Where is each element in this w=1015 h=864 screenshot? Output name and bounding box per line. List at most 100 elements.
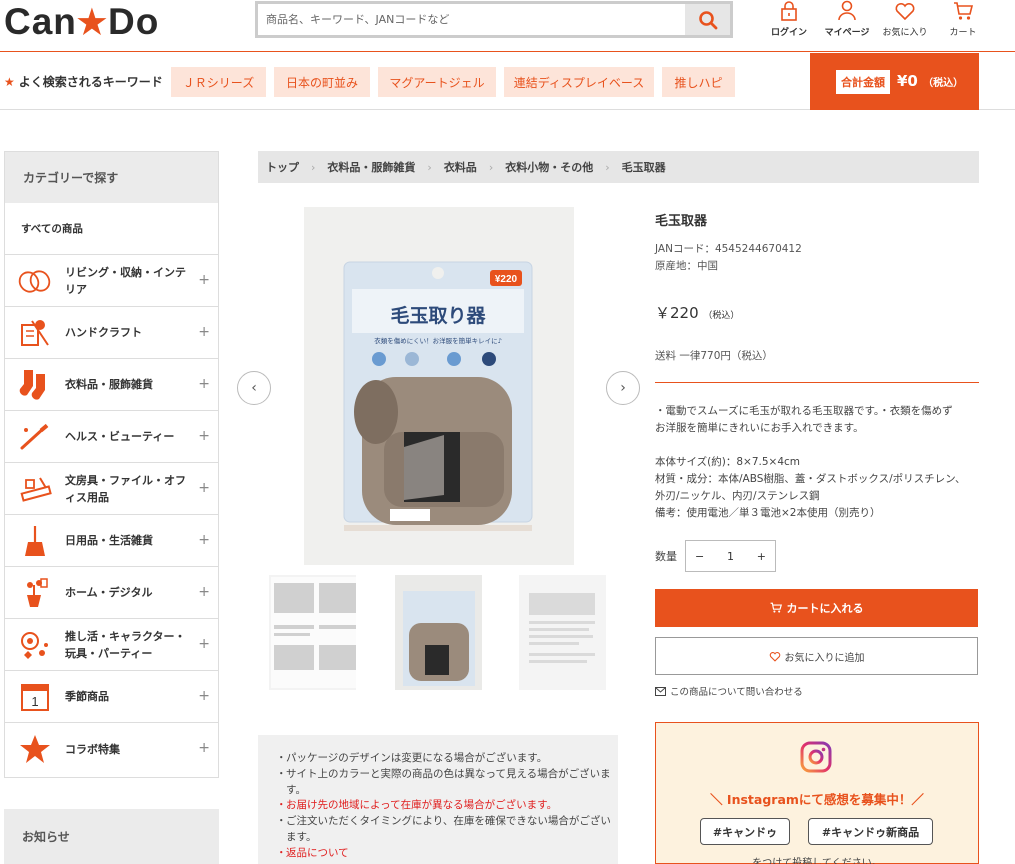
sidebar-item-all[interactable]: すべての商品 [5,203,218,255]
expand-plus-icon[interactable]: + [198,688,210,704]
home-digital-icon [27,577,48,607]
expand-plus-icon[interactable]: + [198,480,210,496]
sidebar-item-craft[interactable]: ハンドクラフト + [5,307,218,359]
quantity-label: 数量 [655,550,677,563]
category-sidebar: カテゴリーで探す すべての商品 リビング・収納・インテリア + ハンドクラフト + … [4,151,219,778]
keyword-bar: ★ よく検索されるキーワード ＪＲシリーズ 日本の町並み マグアートジェル 連結デ… [0,53,1015,110]
add-to-cart-button[interactable]: カートに入れる [655,589,978,627]
prev-image-button[interactable]: ‹ [237,371,271,405]
sidebar-item-living[interactable]: リビング・収納・インテリア + [5,255,218,307]
mypage-link[interactable]: マイページ [818,0,876,38]
thumbnail-2[interactable] [395,575,482,690]
total-value: ¥0 （税込） [897,72,964,90]
cart-icon [954,2,974,20]
news-heading[interactable]: お知らせ [4,809,219,864]
broom-icon [25,525,45,556]
note-item: ・ご注文いただくタイミングにより、在庫を確保できない場合がございます。 [276,815,611,843]
product-photo: ¥220 毛玉取り器 衣類を傷めにくい！お洋服を簡単キレイに♪ [343,261,533,531]
thumbnail-1[interactable] [269,575,356,690]
origin: 原産地：中国 [655,260,718,272]
sidebar-title: カテゴリーで探す [5,152,218,203]
add-to-favorites-button[interactable]: お気に入りに追加 [655,637,978,675]
cart-label: カート [949,28,977,38]
socks-icon [19,369,45,400]
cart-total[interactable]: 合計金額 ¥0 （税込） [810,53,979,110]
product-notes: ・パッケージのデザインは変更になる場合がございます。 ・サイト上のカラーと実際の… [258,735,618,864]
mypage-label: マイページ [824,28,870,38]
sidebar-item-stationery[interactable]: 文房具・ファイル・オフィス用品 + [5,463,218,515]
sidebar-item-clothing[interactable]: 衣料品・服飾雑貨 + [5,359,218,411]
keyword-chip[interactable]: 推しハピ [662,67,735,97]
expand-plus-icon[interactable]: + [198,324,210,340]
sidebar-item-beauty[interactable]: ヘルス・ビューティー + [5,411,218,463]
chevron-right-icon: › [488,160,494,174]
thumbnail-3[interactable] [519,575,606,690]
breadcrumb-top[interactable]: トップ [266,159,299,175]
sidebar-item-party[interactable]: 推し活・キャラクター・玩具・パーティー + [5,619,218,671]
chevron-right-icon: › [427,160,432,174]
cart-link[interactable]: カート [934,0,992,38]
instagram-box: ＼ Instagramにて感想を募集中！／ #キャンドゥ #キャンドゥ新商品 を… [655,722,979,864]
breadcrumb-subcategory-2[interactable]: 衣料小物・その他 [505,159,593,175]
expand-plus-icon[interactable]: + [198,272,210,288]
party-icon [21,631,48,659]
returns-link[interactable]: ・返品について [276,846,618,862]
keyword-chip[interactable]: ＪＲシリーズ [171,67,266,97]
expand-plus-icon[interactable]: + [198,428,210,444]
breadcrumb: トップ › 衣料品・服飾雑貨 › 衣料品 › 衣料小物・その他 › 毛玉取器 [258,151,979,183]
user-icon [838,0,856,21]
sidebar-item-home-digital[interactable]: ホーム・デジタル + [5,567,218,619]
svg-text:衣類を傷めにくい！お洋服を簡単キレイに♪: 衣類を傷めにくい！お洋服を簡単キレイに♪ [374,336,502,345]
sidebar-item-daily[interactable]: 日用品・生活雑貨 + [5,515,218,567]
note-item: ・パッケージのデザインは変更になる場合がございます。 [276,752,548,764]
chevron-left-icon: ‹ [251,380,257,396]
keyword-chip[interactable]: マグアートジェル [378,67,496,97]
expand-plus-icon[interactable]: + [198,584,210,600]
login-link[interactable]: ログイン [760,0,818,38]
product-main-image: ¥220 毛玉取り器 衣類を傷めにくい！お洋服を簡単キレイに♪ [304,207,574,565]
hashtag-cando[interactable]: #キャンドゥ [700,818,790,845]
quantity-value[interactable]: 1 [727,550,734,563]
shipping-info: 送料 一律770円（税込） [655,350,773,362]
site-header: Can★Do ログイン マイページ お気に入り カート [0,0,1015,52]
svg-text:¥220: ¥220 [495,274,518,285]
expand-plus-icon[interactable]: + [198,636,210,652]
breadcrumb-category[interactable]: 衣料品・服飾雑貨 [327,159,415,175]
expand-plus-icon[interactable]: + [198,376,210,392]
star-icon: ★ [4,75,15,89]
breadcrumb-subcategory[interactable]: 衣料品 [444,159,477,175]
inquiry-link[interactable]: この商品について問い合わせる [655,684,803,698]
hashtag-cando-new[interactable]: #キャンドゥ新商品 [808,818,933,845]
quantity-decrease-button[interactable]: − [695,550,704,563]
expand-plus-icon[interactable]: + [198,532,210,548]
jan-code: JANコード：4545244670412 [655,243,802,255]
thumbnail-image [395,575,482,690]
calendar-icon: 1 [21,683,49,711]
note-item: ・お届け先の地域によって在庫が異なる場合がございます。 [276,799,558,812]
divider [655,382,979,383]
sidebar-item-collab[interactable]: コラボ特集 + [5,723,218,775]
keyword-title: ★ よく検索されるキーワード [4,75,163,89]
search-input[interactable] [258,4,678,35]
sidebar-item-seasonal[interactable]: 1 季節商品 + [5,671,218,723]
lock-icon [781,1,797,21]
search-button[interactable] [685,4,730,35]
favorites-link[interactable]: お気に入り [876,0,934,38]
favorites-label: お気に入り [882,28,928,38]
chevron-right-icon: › [620,380,626,396]
next-image-button[interactable]: › [606,371,640,405]
cando-logo[interactable]: Can ★ Do [4,1,159,44]
living-icon [18,269,51,293]
quantity-increase-button[interactable]: + [757,550,766,563]
mail-icon [655,686,666,696]
stationery-icon [20,476,52,502]
product-meta: JANコード：4545244670412 原産地：中国 [655,241,802,275]
product-description: ・電動でスムーズに毛玉が取れる毛玉取器です。・衣類を傷めず お洋服を簡単にきれい… [655,405,966,519]
total-label: 合計金額 [836,70,890,94]
heart-icon [895,2,915,21]
keyword-chip[interactable]: 日本の町並み [274,67,370,97]
logo-star-icon: ★ [74,1,110,44]
heart-icon [769,651,780,662]
expand-plus-icon[interactable]: + [198,740,210,756]
keyword-chip[interactable]: 連結ディスプレイベース [504,67,654,97]
